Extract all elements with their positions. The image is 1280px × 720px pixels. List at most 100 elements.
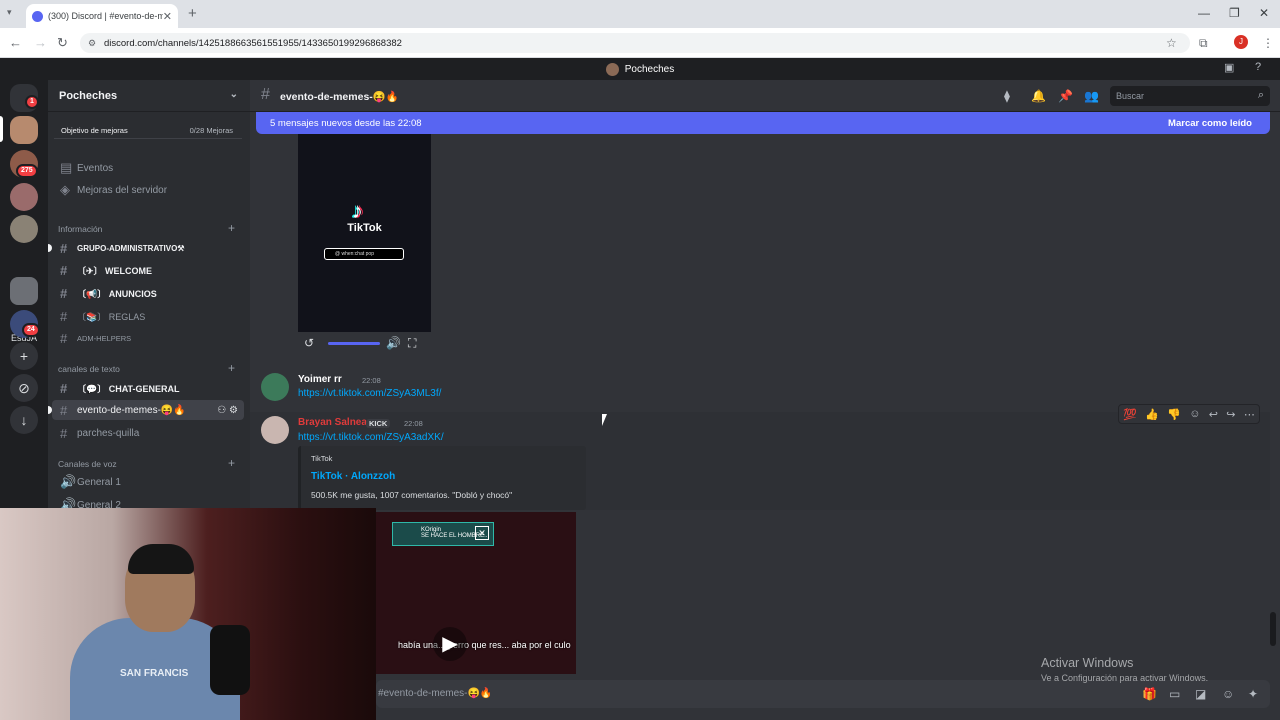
channel-label: 〔💬〕 CHAT-GENERAL xyxy=(77,383,180,394)
new-tab-icon[interactable]: + xyxy=(188,5,197,22)
channel-anuncios[interactable]: # 〔📢〕 ANUNCIOS xyxy=(52,283,244,303)
webcam-person-hair xyxy=(128,544,194,574)
server-4[interactable] xyxy=(10,215,38,243)
search-input[interactable]: Buscar ⌕ xyxy=(1110,86,1270,106)
sticker-icon[interactable]: ◪ xyxy=(1195,687,1206,701)
boost-count: 0/28 Mejoras xyxy=(189,126,233,135)
add-channel-icon[interactable]: + xyxy=(228,456,235,470)
avatar[interactable] xyxy=(261,373,289,401)
fullscreen-icon[interactable]: ⛶ xyxy=(408,336,416,351)
volume-slider[interactable] xyxy=(328,342,380,345)
channel-evento-de-memes[interactable]: # evento-de-memes-😝🔥 ⚇ ⚙ xyxy=(52,400,244,420)
download-icon[interactable]: ↓ xyxy=(10,406,38,434)
browser-tab-strip: ▾ (300) Discord | #evento-de-me... ✕ + —… xyxy=(0,0,1280,28)
message-link[interactable]: https://vt.tiktok.com/ZSyA3adXK/ xyxy=(298,432,444,443)
tab-title: (300) Discord | #evento-de-me... xyxy=(48,11,163,21)
embed-provider: TikTok xyxy=(311,454,333,463)
close-window-icon[interactable]: ✕ xyxy=(1259,6,1269,20)
thumbs-up-icon[interactable]: 👍 xyxy=(1145,408,1159,421)
play-icon[interactable]: ▶ xyxy=(433,627,467,661)
channel-label: General 1 xyxy=(77,476,121,488)
more-icon[interactable]: ⋯ xyxy=(1244,408,1255,421)
members-icon[interactable]: 👥 xyxy=(1084,89,1099,103)
hash-icon: # xyxy=(60,425,68,441)
avatar[interactable] xyxy=(261,416,289,444)
selected-server-pill xyxy=(0,116,3,142)
gif-icon[interactable]: ▭ xyxy=(1169,687,1180,701)
server-6[interactable] xyxy=(10,277,38,305)
apps-icon[interactable]: ✦ xyxy=(1248,687,1258,701)
role-tag: KICK xyxy=(366,419,391,428)
tab-search-icon[interactable]: ▾ xyxy=(7,7,12,18)
notification-bell-icon[interactable]: 🔔 xyxy=(1031,89,1046,103)
username[interactable]: Brayan Salnea xyxy=(298,417,367,428)
category-text[interactable]: canales de texto xyxy=(58,364,120,374)
channel-chat-general[interactable]: # 〔💬〕 CHAT-GENERAL xyxy=(52,378,244,398)
browser-menu-icon[interactable]: ⋮ xyxy=(1262,36,1274,50)
server-boosts-item[interactable]: ◈ Mejoras del servidor xyxy=(52,180,244,200)
server-pocheches[interactable] xyxy=(10,116,38,144)
inbox-icon[interactable]: ▣ xyxy=(1224,61,1234,74)
channel-parches-quilla[interactable]: # parches-quilla xyxy=(52,423,244,443)
reaction-100-icon[interactable]: 💯 xyxy=(1123,408,1137,421)
emoji-icon[interactable]: ☺ xyxy=(1222,687,1234,701)
back-icon[interactable]: ← xyxy=(9,35,22,50)
server-avatar-icon xyxy=(605,62,619,76)
tiktok-video[interactable]: ♪ TikTok @ when:chat pop xyxy=(298,134,431,332)
explore-icon[interactable]: ⊘ xyxy=(10,374,38,402)
voice-general-1[interactable]: 🔊 General 1 xyxy=(52,472,244,492)
mouse-cursor-icon xyxy=(602,414,607,426)
gift-icon[interactable]: 🎁 xyxy=(1142,687,1157,701)
invite-settings-icon[interactable]: ⚇ ⚙ xyxy=(217,405,238,416)
add-reaction-icon[interactable]: ☺ xyxy=(1189,408,1200,420)
message-composer[interactable]: #evento-de-memes-😝🔥 🎁 ▭ ◪ ☺ ✦ xyxy=(376,680,1270,708)
help-icon[interactable]: ? xyxy=(1255,61,1261,73)
calendar-icon: ▤ xyxy=(60,160,73,175)
embed-title[interactable]: TikTok · Alonzzoh xyxy=(311,471,395,482)
forward-icon[interactable]: → xyxy=(34,35,47,50)
forward-icon[interactable]: ↪ xyxy=(1226,408,1235,421)
server-3[interactable] xyxy=(10,183,38,211)
username[interactable]: Yoimer rr xyxy=(298,374,342,385)
bookmark-star-icon[interactable]: ☆ xyxy=(1166,36,1177,50)
channel-adm-helpers[interactable]: # ADM-HELPERS xyxy=(52,328,244,348)
site-info-icon[interactable]: ⚙ xyxy=(88,38,96,49)
add-channel-icon[interactable]: + xyxy=(228,221,235,235)
scrollbar-thumb[interactable] xyxy=(1270,612,1276,646)
channel-reglas[interactable]: # 〔📚〕 REGLAS xyxy=(52,306,244,326)
extensions-icon[interactable]: ⧉ xyxy=(1199,36,1208,51)
add-channel-icon[interactable]: + xyxy=(228,361,235,375)
new-messages-bar[interactable]: 5 mensajes nuevos desde las 22:08 Marcar… xyxy=(256,112,1270,134)
mark-as-read-button[interactable]: Marcar como leído xyxy=(1168,118,1252,129)
hash-icon: # xyxy=(60,402,68,418)
minimize-icon[interactable]: — xyxy=(1198,6,1210,20)
address-bar[interactable]: ⚙ discord.com/channels/14251886635615519… xyxy=(80,33,1190,53)
tiktok-logo-icon: ♪ xyxy=(352,198,363,223)
channel-title: evento-de-memes-😝🔥 xyxy=(280,91,399,103)
chevron-down-icon: ⌄ xyxy=(229,89,238,100)
browser-tab[interactable]: (300) Discord | #evento-de-me... ✕ xyxy=(26,4,178,28)
channel-label: ADM-HELPERS xyxy=(77,333,132,343)
threads-icon[interactable]: ⧫ xyxy=(1004,89,1010,103)
profile-avatar[interactable]: J xyxy=(1234,35,1248,49)
channel-grupo-administrativo[interactable]: # GRUPO-ADMINISTRATIVO⚒ xyxy=(52,238,244,258)
restore-icon[interactable]: ❐ xyxy=(1229,6,1240,20)
add-server-icon[interactable]: + xyxy=(10,342,38,370)
server-header[interactable]: Pocheches ⌄ xyxy=(48,80,250,112)
microphone-icon xyxy=(210,625,250,695)
category-voice[interactable]: Canales de voz xyxy=(58,459,117,469)
message-action-bar: 💯 👍 👎 ☺ ↩ ↪ ⋯ xyxy=(1118,404,1260,424)
channel-welcome[interactable]: # 〔✈〕 WELCOME xyxy=(52,260,244,280)
close-tab-icon[interactable]: ✕ xyxy=(163,10,172,23)
replay-icon[interactable]: ↺ xyxy=(304,336,314,350)
category-info[interactable]: Información xyxy=(58,224,102,234)
thumbs-down-icon[interactable]: 👎 xyxy=(1167,408,1181,421)
pin-icon[interactable]: 📌 xyxy=(1058,89,1073,103)
events-item[interactable]: ▤ Eventos xyxy=(52,158,244,178)
reply-icon[interactable]: ↩ xyxy=(1209,408,1218,421)
message-link[interactable]: https://vt.tiktok.com/ZSyA3ML3f/ xyxy=(298,388,441,399)
close-icon: ✕ xyxy=(475,526,489,540)
reload-icon[interactable]: ↻ xyxy=(57,35,68,51)
boost-goal[interactable]: Objetivo de mejoras 0/28 Mejoras xyxy=(54,121,242,139)
volume-icon[interactable]: 🔊 xyxy=(386,336,401,350)
